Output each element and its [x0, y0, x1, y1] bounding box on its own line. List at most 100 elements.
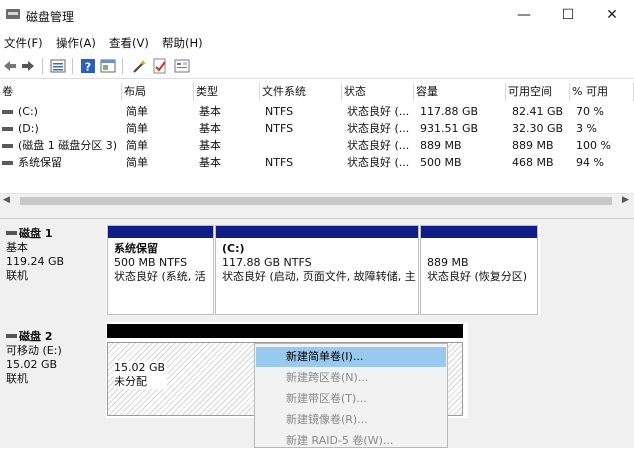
- help-icon[interactable]: ?: [80, 58, 96, 74]
- volume-name: 系统保留: [18, 156, 62, 169]
- scroll-left-icon[interactable]: ◀: [3, 195, 10, 205]
- maximize-button[interactable]: ☐: [546, 0, 590, 30]
- column-header-filesystem[interactable]: 文件系统: [260, 83, 342, 101]
- properties-icon[interactable]: [100, 58, 116, 74]
- menu-file[interactable]: 文件(F): [4, 35, 43, 51]
- disk-status: 联机: [6, 372, 28, 385]
- horizontal-scrollbar[interactable]: ◀ ▶: [0, 193, 634, 208]
- volume-capacity: 500 MB: [420, 156, 462, 169]
- partition-status: 状态良好 (恢复分区): [427, 270, 528, 283]
- volume-type: 基本: [199, 139, 221, 152]
- unallocated-state: 未分配: [114, 375, 147, 388]
- menu-item-new-striped-volume[interactable]: 新建带区卷(T)...: [256, 389, 446, 409]
- volume-status: 状态良好 (...: [347, 105, 410, 118]
- volume-capacity: 117.88 GB: [420, 105, 479, 118]
- table-row[interactable]: 系统保留 简单 基本 NTFS 状态良好 (... 500 MB 468 MB …: [0, 154, 634, 171]
- drive-icon: [2, 110, 13, 114]
- scroll-right-icon[interactable]: ▶: [622, 195, 629, 205]
- toolbar-separator: [122, 58, 123, 74]
- volume-layout: 简单: [126, 122, 148, 135]
- table-row[interactable]: (C:) 简单 基本 NTFS 状态良好 (... 117.88 GB 82.4…: [0, 103, 634, 120]
- disk-1-label[interactable]: 磁盘 1 基本 119.24 GB 联机: [0, 227, 104, 315]
- volume-status: 状态良好 (...: [347, 122, 410, 135]
- volume-name: (磁盘 1 磁盘分区 3): [18, 139, 118, 152]
- volume-free-space: 32.30 GB: [512, 122, 564, 135]
- menu-bar: 文件(F) 操作(A) 查看(V) 帮助(H): [0, 32, 634, 52]
- partition-system-reserved[interactable]: 系统保留 500 MB NTFS 状态良好 (系统, 活: [107, 225, 214, 315]
- table-row[interactable]: (D:) 简单 基本 NTFS 状态良好 (... 931.51 GB 32.3…: [0, 120, 634, 137]
- column-header-percent-free[interactable]: % 可用: [570, 83, 634, 101]
- scrollbar-thumb[interactable]: [20, 197, 612, 205]
- svg-text:?: ?: [85, 61, 91, 74]
- close-button[interactable]: ✕: [590, 0, 634, 30]
- partition-status: 状态良好 (系统, 活: [114, 270, 206, 283]
- partition-title: (C:): [222, 242, 245, 255]
- list-view-icon[interactable]: [50, 58, 66, 74]
- volume-type: 基本: [199, 105, 221, 118]
- menu-view[interactable]: 查看(V): [109, 35, 149, 51]
- volume-percent-free: 100 %: [576, 139, 611, 152]
- menu-item-new-simple-volume[interactable]: 新建简单卷(I)...: [256, 347, 446, 367]
- volume-list-header: 卷 布局 类型 文件系统 状态 容量 可用空间 % 可用: [0, 83, 634, 101]
- menu-help[interactable]: 帮助(H): [162, 35, 203, 51]
- partition-bar: [421, 226, 537, 238]
- disk-2-label[interactable]: 磁盘 2 可移动 (E:) 15.02 GB 联机: [0, 330, 104, 418]
- volume-layout: 简单: [126, 105, 148, 118]
- window-title: 磁盘管理: [26, 10, 75, 24]
- check-icon[interactable]: [152, 58, 168, 74]
- partition-size-fs: 889 MB: [427, 256, 469, 269]
- volume-free-space: 889 MB: [512, 139, 554, 152]
- volume-percent-free: 3 %: [576, 122, 597, 135]
- disk-type: 可移动 (E:): [6, 344, 62, 357]
- menu-action[interactable]: 操作(A): [56, 35, 96, 51]
- context-menu: 新建简单卷(I)... 新建跨区卷(N)... 新建带区卷(T)... 新建镜像…: [254, 343, 448, 448]
- volume-layout: 简单: [126, 139, 148, 152]
- menu-item-new-spanned-volume[interactable]: 新建跨区卷(N)...: [256, 368, 446, 388]
- disk-management-app-icon: [6, 9, 20, 19]
- toolbar-separator: [72, 58, 73, 74]
- partition-bar: [216, 226, 418, 238]
- volume-filesystem: NTFS: [265, 105, 294, 118]
- pane-splitter[interactable]: [0, 208, 634, 219]
- volume-filesystem: NTFS: [265, 122, 294, 135]
- disk-icon: [6, 334, 17, 338]
- column-header-status[interactable]: 状态: [342, 83, 414, 101]
- column-header-type[interactable]: 类型: [194, 83, 260, 101]
- drive-icon: [2, 127, 13, 131]
- disk-status: 联机: [6, 269, 28, 282]
- disk-name: 磁盘 1: [19, 227, 53, 240]
- column-header-capacity[interactable]: 容量: [414, 83, 506, 101]
- partition-bar: [108, 226, 213, 238]
- export-icon[interactable]: [174, 58, 190, 74]
- disk-size: 15.02 GB: [6, 358, 58, 371]
- toolbar-separator: [42, 58, 43, 74]
- volume-percent-free: 94 %: [576, 156, 604, 169]
- partition-recovery[interactable]: 889 MB 状态良好 (恢复分区): [420, 225, 538, 315]
- wand-icon[interactable]: [132, 58, 148, 74]
- partition-c[interactable]: (C:) 117.88 GB NTFS 状态良好 (启动, 页面文件, 故障转储…: [215, 225, 419, 315]
- title-bar: 磁盘管理 — ☐ ✕: [0, 0, 634, 30]
- toolbar: ?: [0, 54, 634, 79]
- volume-name: (D:): [18, 122, 39, 135]
- unallocated-bar: [107, 324, 463, 338]
- volume-capacity: 931.51 GB: [420, 122, 479, 135]
- unallocated-size: 15.02 GB: [114, 361, 166, 374]
- drive-icon: [2, 161, 13, 165]
- menu-item-new-raid5-volume[interactable]: 新建 RAID-5 卷(W)...: [256, 431, 446, 451]
- minimize-button[interactable]: —: [502, 0, 546, 30]
- partition-title: 系统保留: [114, 242, 158, 255]
- volume-filesystem: NTFS: [265, 156, 294, 169]
- disk-size: 119.24 GB: [6, 255, 65, 268]
- volume-type: 基本: [199, 122, 221, 135]
- table-row[interactable]: (磁盘 1 磁盘分区 3) 简单 基本 状态良好 (... 889 MB 889…: [0, 137, 634, 154]
- column-header-layout[interactable]: 布局: [122, 83, 194, 101]
- column-header-free-space[interactable]: 可用空间: [506, 83, 570, 101]
- disk-icon: [6, 231, 17, 235]
- menu-item-new-mirrored-volume[interactable]: 新建镜像卷(R)...: [256, 410, 446, 430]
- back-icon[interactable]: [2, 58, 18, 74]
- forward-icon[interactable]: [20, 58, 36, 74]
- volume-layout: 简单: [126, 156, 148, 169]
- disk-1-partitions: 系统保留 500 MB NTFS 状态良好 (系统, 活 (C:) 117.88…: [106, 225, 540, 315]
- volume-free-space: 82.41 GB: [512, 105, 564, 118]
- column-header-volume[interactable]: 卷: [0, 83, 122, 101]
